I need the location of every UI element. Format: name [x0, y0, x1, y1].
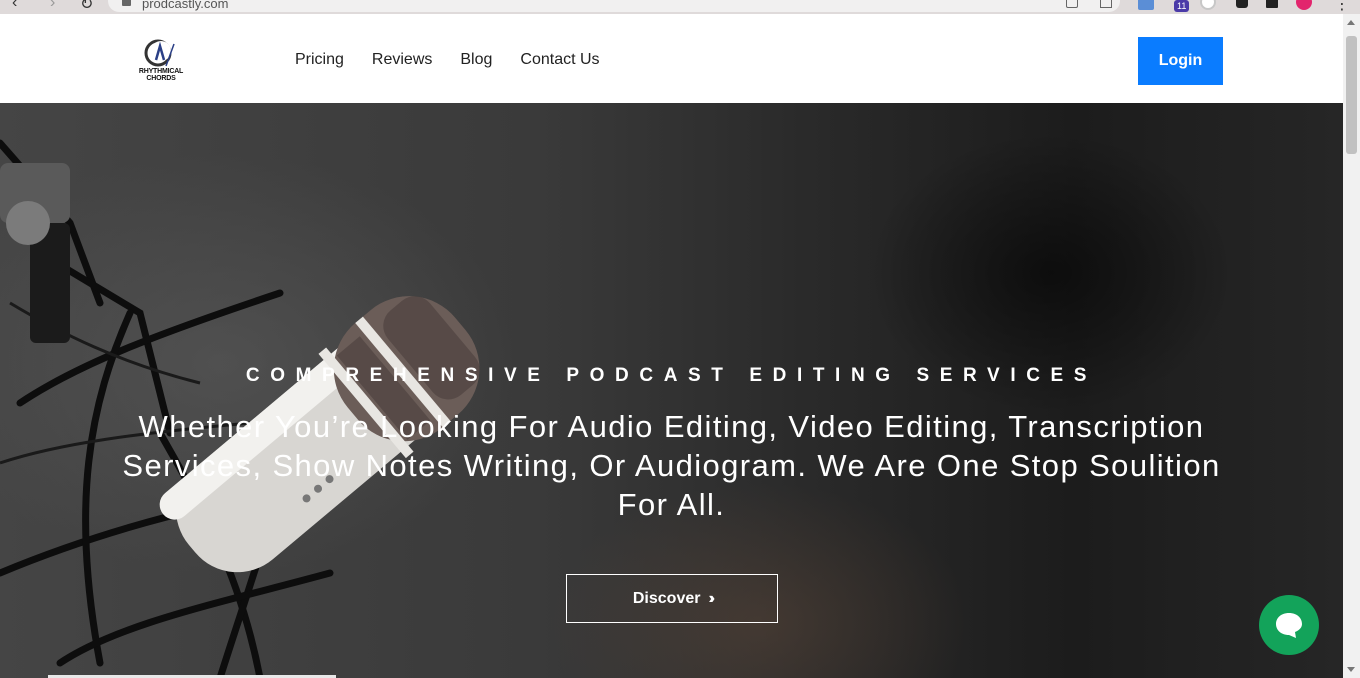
- hero-headline: Whether You’re Looking For Audio Editing…: [122, 409, 1221, 522]
- double-chevron-right-icon: ››: [708, 589, 714, 607]
- main-nav: Pricing Reviews Blog Contact Us: [295, 51, 600, 69]
- logo-emblem-icon: [144, 39, 175, 67]
- extension-badge: 11: [1174, 0, 1190, 12]
- hero-eyebrow: COMPREHENSIVE PODCAST EDITING SERVICES: [245, 365, 1098, 386]
- hero-section: COMPREHENSIVE PODCAST EDITING SERVICES W…: [0, 103, 1343, 678]
- page-scrollbar[interactable]: [1343, 14, 1360, 678]
- side-panel-icon[interactable]: [1266, 0, 1278, 8]
- browser-menu-icon[interactable]: ⋮: [1334, 0, 1350, 14]
- chat-button[interactable]: [1259, 595, 1319, 655]
- address-bar[interactable]: prodcastly.com: [108, 0, 1120, 12]
- extension-translate-icon[interactable]: [1138, 0, 1154, 10]
- chat-bubble-icon: [1276, 613, 1302, 638]
- logo[interactable]: RHYTHMICAL CHORDS: [130, 38, 192, 84]
- forward-icon[interactable]: ›: [50, 0, 55, 12]
- extension-download-icon[interactable]: [1200, 0, 1216, 10]
- hero-content: COMPREHENSIVE PODCAST EDITING SERVICES W…: [0, 103, 1343, 678]
- discover-button[interactable]: Discover ››: [566, 574, 778, 623]
- nav-link-pricing[interactable]: Pricing: [295, 51, 344, 69]
- nav-link-contact-us[interactable]: Contact Us: [520, 51, 599, 69]
- logo-text: RHYTHMICAL CHORDS: [138, 68, 184, 82]
- scroll-up-icon[interactable]: [1347, 20, 1355, 25]
- back-icon[interactable]: ‹: [12, 0, 17, 12]
- scroll-down-icon[interactable]: [1347, 667, 1355, 672]
- reload-icon[interactable]: ↻: [80, 0, 93, 14]
- lock-icon: [122, 0, 131, 6]
- site-header: RHYTHMICAL CHORDS Pricing Reviews Blog C…: [0, 14, 1343, 103]
- bookmark-star-icon[interactable]: [1100, 0, 1112, 8]
- browser-toolbar: ‹ › ↻ prodcastly.com 11 ⋮: [0, 0, 1360, 14]
- scrollbar-thumb[interactable]: [1346, 36, 1357, 154]
- share-icon[interactable]: [1066, 0, 1078, 8]
- nav-link-blog[interactable]: Blog: [460, 51, 492, 69]
- discover-label: Discover: [632, 589, 701, 607]
- nav-link-reviews[interactable]: Reviews: [372, 51, 432, 69]
- login-button[interactable]: Login: [1138, 37, 1223, 85]
- url-text: prodcastly.com: [142, 0, 229, 11]
- extensions-puzzle-icon[interactable]: [1236, 0, 1248, 8]
- profile-avatar[interactable]: [1296, 0, 1312, 10]
